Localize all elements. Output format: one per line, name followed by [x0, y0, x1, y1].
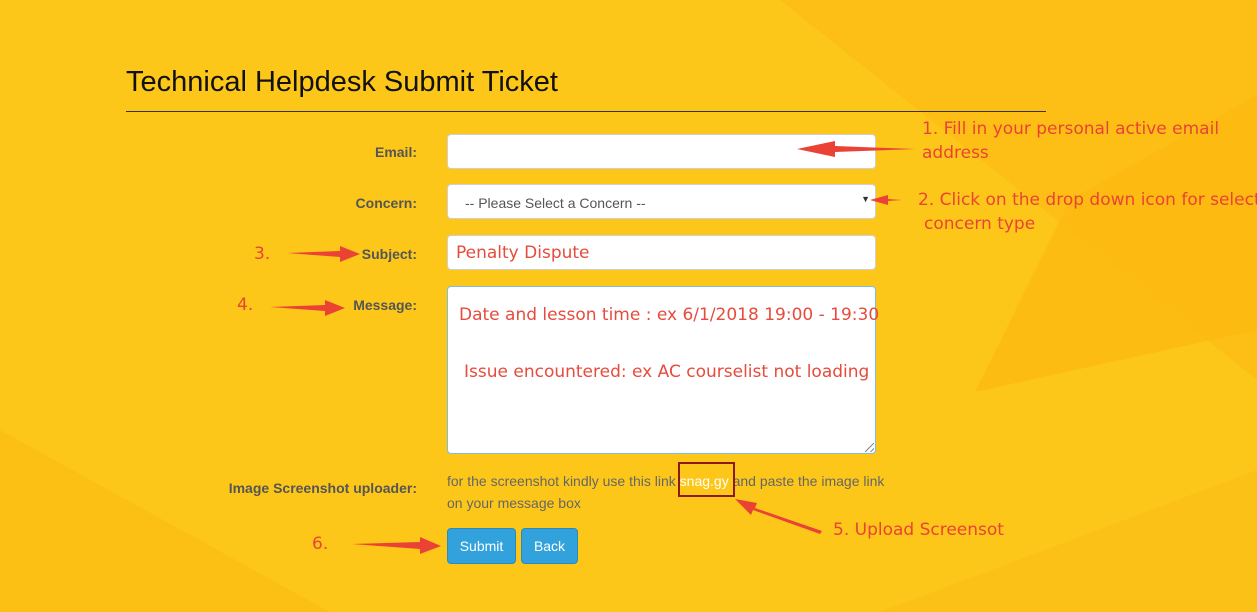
note-concern: 2. Click on the drop down icon for selec… [918, 188, 1257, 236]
chevron-down-icon[interactable]: ▼ [861, 194, 870, 204]
note-email-line-1: 1. Fill in your personal active email [922, 119, 1220, 139]
back-button[interactable]: Back [521, 528, 578, 564]
resize-grip-icon[interactable] [865, 443, 874, 452]
submit-button[interactable]: Submit [447, 528, 516, 564]
message-line-issue: Issue encountered: ex AC courselist not … [464, 362, 870, 382]
step-4-marker: 4. [237, 295, 254, 315]
note-concern-line-1: 2. Click on the drop down icon for selec… [918, 190, 1257, 210]
message-textarea[interactable]: Date and lesson time : ex 6/1/2018 19:00… [447, 286, 880, 454]
email-field[interactable] [447, 134, 876, 169]
message-line-date: Date and lesson time : ex 6/1/2018 19:00… [459, 305, 880, 325]
subject-label: Subject: [361, 246, 417, 262]
uploader-text-before: for the screenshot kindly use this link [447, 473, 680, 489]
concern-select-value: -- Please Select a Concern -- [465, 195, 646, 211]
uploader-label: Image Screenshot uploader: [228, 480, 417, 496]
email-label: Email: [374, 144, 417, 160]
note-email: 1. Fill in your personal active email ad… [922, 117, 1252, 165]
uploader-help-text: for the screenshot kindly use this link … [447, 470, 887, 514]
note-upload: 5. Upload Screensot [833, 520, 1004, 540]
concern-label: Concern: [355, 195, 417, 211]
background-shape-bottom-left [0, 430, 330, 612]
note-email-line-2: address [922, 143, 989, 163]
page-title: Technical Helpdesk Submit Ticket [126, 66, 558, 98]
subject-field[interactable]: Penalty Dispute [447, 235, 876, 270]
title-divider [126, 111, 1046, 112]
link-highlight-box [678, 462, 735, 497]
step-6-marker: 6. [312, 534, 329, 554]
note-concern-line-2: concern type [924, 214, 1036, 234]
step-3-marker: 3. [254, 244, 271, 264]
concern-select[interactable]: -- Please Select a Concern -- ▼ [447, 184, 876, 219]
